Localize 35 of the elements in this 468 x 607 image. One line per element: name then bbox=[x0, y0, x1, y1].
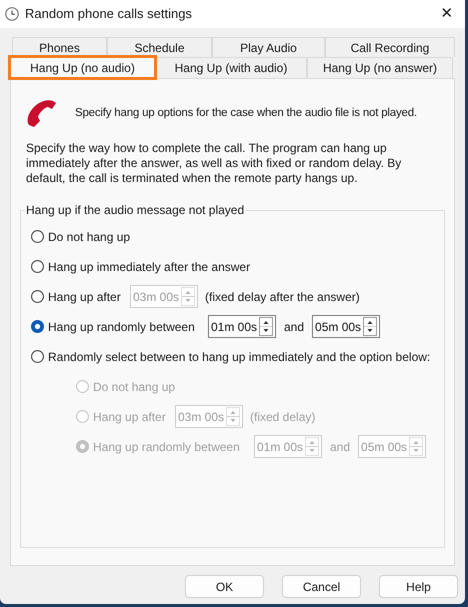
radio-icon[interactable] bbox=[31, 290, 44, 303]
tab[interactable]: Call Recording bbox=[325, 37, 455, 57]
radio-icon[interactable] bbox=[31, 350, 44, 363]
description-text: Specify the way how to complete the call. The program can hang up immediately after the answer, as well as with fixed or random delay. By default, the call is terminated when the remote party hangs up. bbox=[26, 141, 402, 186]
radio-button[interactable]: Hang up immediately after the answer bbox=[31, 258, 250, 276]
dialog-button[interactable]: Cancel bbox=[282, 575, 361, 598]
joiner-text: and bbox=[330, 438, 350, 456]
spin-box[interactable]: 01m 00s bbox=[208, 315, 276, 338]
header-text: Specify hang up options for the case when the audio file is not played. bbox=[75, 106, 417, 122]
spinner-arrows-icon[interactable] bbox=[363, 317, 378, 336]
tab[interactable]: Hang Up (with audio) bbox=[155, 57, 307, 78]
group-title: Hang up if the audio message not played bbox=[25, 203, 246, 217]
radio-button[interactable]: Hang up randomly between bbox=[31, 318, 208, 336]
close-button[interactable]: ✕ bbox=[437, 2, 457, 26]
dialog-button[interactable]: OK bbox=[185, 575, 264, 598]
radio-icon[interactable] bbox=[31, 230, 44, 243]
radio-button[interactable]: Do not hang up bbox=[31, 228, 130, 246]
clock-icon bbox=[5, 7, 19, 21]
spinner-arrows-icon[interactable] bbox=[259, 317, 273, 336]
tab[interactable]: Hang Up (no audio) bbox=[10, 57, 155, 78]
radio-button[interactable]: Hang up after bbox=[31, 288, 130, 306]
window-title: Random phone calls settings bbox=[25, 5, 193, 24]
tab[interactable]: Phones bbox=[12, 37, 107, 57]
tab[interactable]: Schedule bbox=[107, 37, 212, 57]
radio-icon[interactable] bbox=[31, 320, 44, 333]
radio-icon[interactable] bbox=[31, 260, 44, 273]
spin-box[interactable]: 05m 00s bbox=[312, 315, 380, 338]
tab[interactable]: Hang Up (no answer) bbox=[307, 57, 453, 78]
note-text: (fixed delay) bbox=[250, 408, 316, 426]
joiner-text: and bbox=[284, 318, 304, 336]
radio-button[interactable]: Randomly select between to hang up immediately and the option below: bbox=[31, 348, 430, 366]
phone-handset-icon bbox=[26, 99, 58, 129]
note-text: (fixed delay after the answer) bbox=[205, 288, 360, 306]
dialog-button[interactable]: Help bbox=[379, 575, 458, 598]
tab[interactable]: Play Audio bbox=[212, 37, 325, 57]
